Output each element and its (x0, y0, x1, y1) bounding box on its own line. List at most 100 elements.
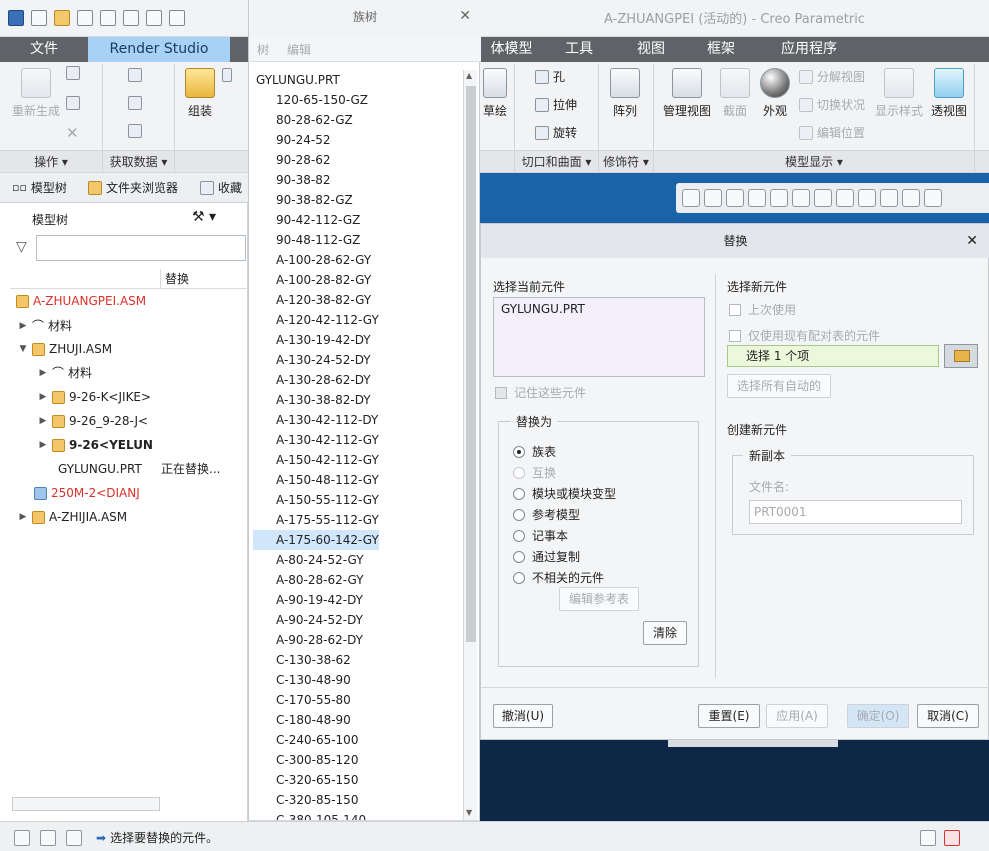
browse-folder-button[interactable] (944, 344, 978, 368)
tree-item-root[interactable]: A-ZHUANGPEI.ASM (16, 291, 146, 311)
edit-ref-table-button[interactable]: 编辑参考表 (559, 587, 639, 611)
get-data-icon-2[interactable] (128, 96, 142, 110)
last-used-checkbox[interactable]: 上次使用 (729, 301, 796, 318)
family-item[interactable]: 90-24-52 (253, 130, 330, 150)
close-icon[interactable]: ✕ (966, 233, 978, 249)
ok-button[interactable]: 确定(O) (847, 704, 909, 728)
family-tree-list[interactable]: GYLUNGU.PRT 120-65-150-GZ 80-28-62-GZ 90-24… (253, 68, 467, 820)
view-manager-icon[interactable] (814, 189, 832, 207)
expand-arrow-icon[interactable]: ▶ (38, 435, 48, 455)
cursor-icon[interactable] (924, 189, 942, 207)
family-item[interactable]: A-100-28-62-GY (253, 250, 371, 270)
tree-item-jike[interactable]: ▶ 9-26-K<JIKE> (38, 387, 152, 407)
family-item[interactable]: A-175-55-112-GY (253, 510, 379, 530)
graphics-canvas[interactable] (480, 740, 989, 821)
radio-by-copy[interactable]: 通过复制 (513, 548, 580, 565)
radio-family-table[interactable]: 族表 (513, 443, 556, 460)
family-item[interactable]: C-320-65-150 (253, 770, 358, 790)
redo-icon[interactable] (123, 10, 139, 26)
scroll-up-icon[interactable]: ▲ (466, 71, 472, 80)
group-model-display[interactable]: 模型显示 ▾ (654, 150, 974, 172)
current-component-box[interactable]: GYLUNGU.PRT (493, 297, 705, 377)
fullscreen-icon[interactable] (66, 830, 82, 846)
tree-settings-icon[interactable]: ⚒ ▾ (192, 209, 216, 225)
get-data-icon-1[interactable] (128, 68, 142, 82)
family-item[interactable]: A-130-38-82-DY (253, 390, 371, 410)
open-file-icon[interactable] (54, 10, 70, 26)
family-item[interactable]: 120-65-150-GZ (253, 90, 368, 110)
expand-arrow-icon[interactable]: ▶ (38, 363, 48, 383)
family-item[interactable]: C-380-105-140 (253, 810, 366, 820)
hole-button[interactable]: 孔 (535, 68, 565, 85)
group-operations[interactable]: 操作 ▾ (0, 150, 102, 172)
tab-folder-browser[interactable]: 文件夹浏览器 (88, 179, 178, 196)
copy-icon[interactable] (66, 66, 80, 80)
tab-tree[interactable]: 树 (257, 41, 269, 58)
family-item[interactable]: C-130-48-90 (253, 670, 351, 690)
select-new-input[interactable]: 选择 1 个项 (727, 345, 939, 367)
flag-icon[interactable] (944, 830, 960, 846)
family-item[interactable]: 80-28-62-GZ (253, 110, 353, 130)
apply-button[interactable]: 应用(A) (766, 704, 828, 728)
family-item[interactable]: A-150-55-112-GY (253, 490, 379, 510)
perspective-button[interactable]: 透视图 (928, 68, 970, 119)
edit-position-button[interactable]: 编辑位置 (799, 124, 865, 141)
clear-button[interactable]: 清除 (643, 621, 687, 645)
zoom-in-icon[interactable] (704, 189, 722, 207)
family-item[interactable]: 90-38-82-GZ (253, 190, 353, 210)
expand-arrow-icon[interactable]: ▶ (38, 387, 48, 407)
expand-arrow-icon[interactable]: ▶ (38, 411, 48, 431)
radio-interchange[interactable]: 互换 (513, 464, 556, 481)
family-item[interactable]: A-90-28-62-DY (253, 630, 363, 650)
explode-view-button[interactable]: 分解视图 (799, 68, 865, 85)
delete-icon[interactable]: ✕ (66, 124, 79, 142)
tree-horizontal-scrollbar[interactable] (12, 797, 160, 811)
window-icon[interactable] (169, 10, 185, 26)
tree-item-zhuji[interactable]: ▼ ZHUJI.ASM (18, 339, 113, 359)
close-icon[interactable]: ✕ (459, 8, 471, 24)
expand-arrow-icon[interactable]: ▶ (18, 316, 28, 336)
browser-toggle-icon[interactable] (40, 830, 56, 846)
family-item[interactable]: GYLUNGU.PRT (253, 70, 340, 90)
family-item[interactable]: C-180-48-90 (253, 710, 351, 730)
tree-item-dianji[interactable]: 250M-2<DIANJ (34, 483, 140, 503)
display-style-icon[interactable] (770, 189, 788, 207)
family-item[interactable]: C-240-65-100 (253, 730, 358, 750)
filter-icon[interactable]: ▽ (16, 239, 27, 255)
perspective-icon[interactable] (836, 189, 854, 207)
family-item[interactable]: A-80-28-62-GY (253, 570, 364, 590)
tree-item-gylungu[interactable]: GYLUNGU.PRT (58, 459, 142, 479)
undo-button[interactable]: 撤消(U) (493, 704, 553, 728)
column-replace[interactable]: 替换 (160, 269, 189, 289)
tree-item-material[interactable]: ▶ ⌒ 材料 (18, 316, 73, 336)
family-item[interactable]: C-130-38-62 (253, 650, 351, 670)
regenerate-small-icon[interactable] (146, 10, 162, 26)
tab-applications[interactable]: 应用程序 (765, 37, 853, 62)
assemble-button[interactable]: 组装 (180, 68, 220, 119)
tab-model-tree[interactable]: ▫▫ 模型树 (12, 179, 67, 196)
family-item[interactable]: A-80-24-52-GY (253, 550, 364, 570)
radio-unrelated[interactable]: 不相关的元件 (513, 569, 604, 586)
family-item[interactable]: A-100-28-82-GY (253, 270, 371, 290)
family-item[interactable]: 90-42-112-GZ (253, 210, 360, 230)
tab-edit[interactable]: 编辑 (287, 41, 311, 58)
tree-item-9-26-9-28[interactable]: ▶ 9-26_9-28-J< (38, 411, 149, 431)
select-all-auto-button[interactable]: 选择所有自动的 (727, 374, 831, 398)
family-item[interactable]: A-130-19-42-DY (253, 330, 371, 350)
pattern-button[interactable]: 阵列 (605, 68, 645, 119)
section-button[interactable]: 截面 (717, 68, 753, 119)
filename-input[interactable]: PRT0001 (749, 500, 962, 524)
extrude-button[interactable]: 拉伸 (535, 96, 577, 113)
radio-module[interactable]: 模块或模块变型 (513, 485, 616, 502)
app-icon[interactable] (8, 10, 24, 26)
manage-views-button[interactable]: 管理视图 (659, 68, 715, 119)
family-item[interactable]: A-175-60-142-GY (253, 530, 379, 550)
zoom-out-icon[interactable] (726, 189, 744, 207)
family-item[interactable]: A-150-48-112-GY (253, 470, 379, 490)
family-item[interactable]: A-130-42-112-GY (253, 430, 379, 450)
reset-button[interactable]: 重置(E) (698, 704, 760, 728)
scrollbar-thumb[interactable] (466, 86, 476, 642)
smart-select-icon[interactable] (920, 830, 936, 846)
tree-item-zhijia[interactable]: ▶ A-ZHIJIA.ASM (18, 507, 128, 527)
toggle-state-button[interactable]: 切换状况 (799, 96, 865, 113)
